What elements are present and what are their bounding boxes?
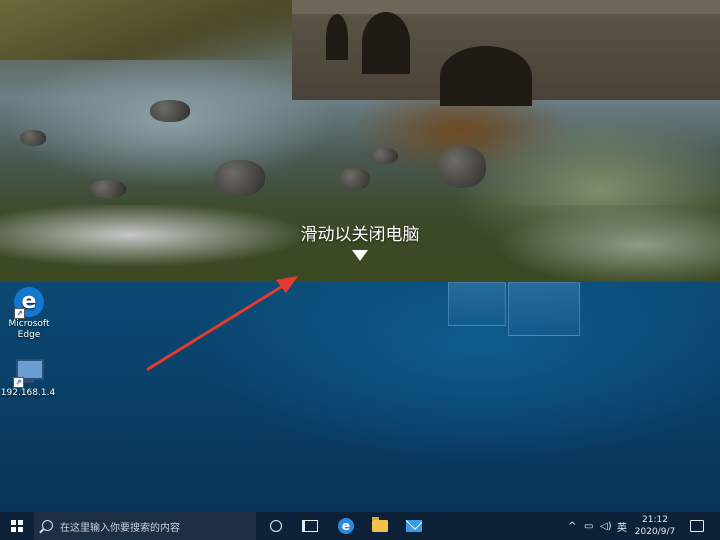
clock-button[interactable]: 21:12 2020/9/7 <box>630 514 680 538</box>
task-view-button[interactable] <box>296 512 324 540</box>
cortana-icon <box>270 520 282 532</box>
input-method-button[interactable]: 英 <box>617 512 629 540</box>
taskbar-explorer-button[interactable] <box>366 512 394 540</box>
network-button[interactable]: ▭ <box>584 512 598 540</box>
start-button[interactable] <box>0 512 34 540</box>
chevron-up-icon: ^ <box>568 520 577 532</box>
clock-date: 2020/9/7 <box>634 527 676 537</box>
search-placeholder: 在这里输入你要搜索的内容 <box>60 522 180 534</box>
taskbar-mail-button[interactable] <box>400 512 428 540</box>
search-icon <box>42 520 53 531</box>
action-center-icon[interactable] <box>690 520 704 532</box>
volume-button[interactable]: ◁) <box>600 512 614 540</box>
speaker-icon: ◁) <box>600 520 612 532</box>
folder-icon <box>372 517 388 532</box>
taskbar: 在这里输入你要搜索的内容 e ^ ▭ ◁) 英 21:12 2020/9/7 <box>0 512 720 540</box>
taskbar-search-box[interactable]: 在这里输入你要搜索的内容 <box>34 512 256 540</box>
network-icon: ▭ <box>584 520 594 532</box>
input-indicator: 英 <box>617 522 627 534</box>
tray-overflow-button[interactable]: ^ <box>568 512 580 540</box>
task-view-icon <box>302 520 318 532</box>
mail-icon <box>406 520 422 532</box>
clock-time: 21:12 <box>642 515 668 525</box>
cortana-button[interactable] <box>262 512 290 540</box>
taskbar-edge-button[interactable]: e <box>332 512 360 540</box>
edge-icon: e <box>338 518 354 534</box>
annotation-arrow <box>146 276 298 371</box>
windows-logo-icon <box>11 520 23 532</box>
